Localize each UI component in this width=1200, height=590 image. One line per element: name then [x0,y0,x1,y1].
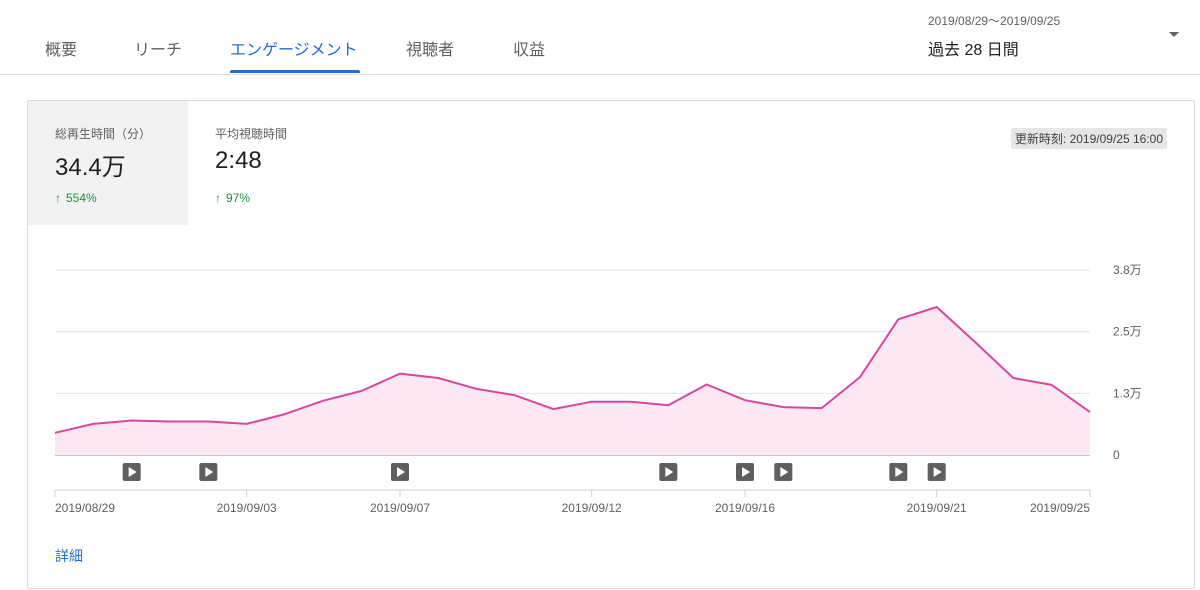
x-tick-label: 2019/09/03 [217,501,277,515]
tab-audience[interactable]: 視聴者 [406,36,454,60]
x-tick-label: 2019/09/12 [562,501,622,515]
metric-avg-view-duration[interactable]: 平均視聴時間 2:48 ↑ 97% [188,101,348,225]
x-tick-label: 2019/09/21 [907,501,967,515]
x-tick-label: 2019/09/16 [715,501,775,515]
watch-time-chart[interactable]: 0 1.3万 2.5万 3.8万 2019/08/29 2019/09/03 2019/09… [28,241,1194,541]
video-marker-play-icon[interactable] [391,463,409,481]
metric-delta: ↑ 97% [215,191,250,205]
y-tick-label: 2.5万 [1113,325,1142,339]
metric-delta: ↑ 554% [55,191,97,205]
metric-value: 34.4万 [55,154,126,181]
video-marker-play-icon[interactable] [927,463,946,481]
engagement-card: 総再生時間（分） 34.4万 ↑ 554% 平均視聴時間 2:48 ↑ 97% 更新… [27,100,1195,589]
arrow-up-icon: ↑ [215,191,221,205]
top-navigation: 概要 リーチ エンゲージメント 視聴者 収益 2019/08/29〜2019/0… [0,0,1200,75]
tab-revenue[interactable]: 収益 [513,36,545,60]
metric-watch-time[interactable]: 総再生時間（分） 34.4万 ↑ 554% [28,101,188,225]
chart-area [55,307,1090,455]
video-marker-play-icon[interactable] [122,463,141,481]
video-marker-play-icon[interactable] [659,463,678,481]
x-tick-label: 2019/09/25 [1030,501,1090,515]
metric-value: 2:48 [215,147,262,174]
y-tick-label: 1.3万 [1113,386,1142,400]
metric-delta-value: 97% [226,191,251,205]
video-marker-play-icon[interactable] [199,463,218,481]
tab-reach[interactable]: リーチ [134,36,182,60]
chevron-down-icon[interactable] [1166,27,1182,43]
video-marker-play-icon[interactable] [774,463,793,481]
x-tick-label: 2019/08/29 [55,501,115,515]
tab-engagement[interactable]: エンゲージメント [230,36,358,60]
metric-label: 総再生時間（分） [55,127,152,141]
date-range[interactable]: 2019/08/29〜2019/09/25 [928,12,1060,29]
updated-badge: 更新時刻: 2019/09/25 16:00 [1010,128,1167,149]
active-tab-indicator [230,70,360,73]
x-tick-label: 2019/09/07 [370,501,430,515]
metric-label: 平均視聴時間 [215,127,288,141]
video-marker-play-icon[interactable] [736,463,754,481]
y-tick-label: 3.8万 [1113,263,1142,277]
y-tick-label: 0 [1113,448,1120,462]
period-selector[interactable]: 過去 28 日間 [928,36,1019,60]
video-marker-play-icon[interactable] [889,463,908,481]
metric-delta-value: 554% [66,191,97,205]
details-link[interactable]: 詳細 [55,546,83,566]
arrow-up-icon: ↑ [55,191,61,205]
tab-overview[interactable]: 概要 [45,36,77,60]
